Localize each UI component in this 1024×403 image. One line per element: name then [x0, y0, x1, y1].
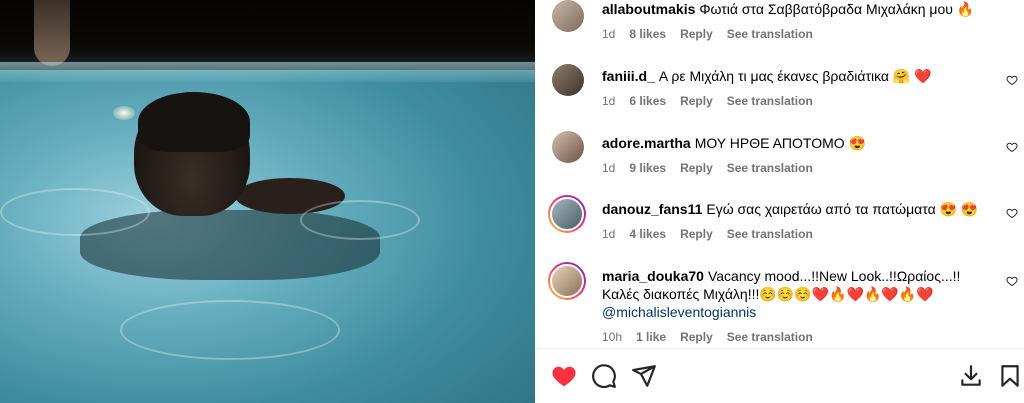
comment-item: allaboutmakis Φωτιά στα Σαββατόβραδα Μιχα… — [535, 0, 1024, 60]
heart-filled-icon[interactable] — [551, 363, 577, 389]
water-ripple — [120, 300, 340, 360]
comment-item: danouz_fans11 Εγώ σας χαιρετάω από τα πατ… — [535, 195, 1024, 255]
comment-meta: 1d 6 likes Reply See translation — [602, 94, 827, 108]
reply-button[interactable]: Reply — [680, 94, 713, 108]
reply-button[interactable]: Reply — [680, 27, 713, 41]
comment-body: Εγώ σας χαιρετάω από τα πατώματα 😍 😍 — [706, 201, 979, 217]
mention-link[interactable]: @michalisleventogiannis — [602, 304, 756, 320]
water-ripple — [0, 188, 150, 236]
comment-body: Α ρε Μιχάλη τι μας έκανες βραδιάτικα 🤗 ❤… — [658, 68, 932, 84]
see-translation-link[interactable]: See translation — [727, 27, 813, 41]
see-translation-link[interactable]: See translation — [727, 161, 813, 175]
comment-likes[interactable]: 6 likes — [629, 94, 666, 108]
comment-meta: 10h 1 like Reply See translation — [602, 330, 827, 344]
background-figure — [34, 0, 70, 66]
see-translation-link[interactable]: See translation — [727, 330, 813, 344]
download-icon[interactable] — [958, 363, 984, 389]
comment-time: 1d — [602, 227, 616, 241]
swimmer-hair — [138, 92, 250, 152]
see-translation-link[interactable]: See translation — [727, 227, 813, 241]
comment-username[interactable]: maria_douka70 — [602, 268, 704, 284]
comment-text: faniii.d_ Α ρε Μιχάλη τι μας έκανες βραδι… — [602, 67, 982, 85]
avatar — [550, 264, 584, 298]
comment-meta: 1d 8 likes Reply See translation — [602, 27, 827, 41]
avatar[interactable] — [552, 131, 584, 163]
reply-button[interactable]: Reply — [680, 227, 713, 241]
comment-text: adore.martha ΜΟΥ ΗΡΘΕ ΑΠΟΤΟΜΟ 😍 — [602, 134, 982, 152]
comment-text: danouz_fans11 Εγώ σας χαιρετάω από τα πατ… — [602, 200, 982, 218]
comment-item: adore.martha ΜΟΥ ΗΡΘΕ ΑΠΟΤΟΜΟ 😍 1d 9 likes… — [535, 131, 1024, 191]
see-translation-link[interactable]: See translation — [727, 94, 813, 108]
comment-likes[interactable]: 8 likes — [629, 27, 666, 41]
avatar-story-ring[interactable] — [548, 195, 586, 233]
comment-body: ΜΟΥ ΗΡΘΕ ΑΠΟΤΟΜΟ 😍 — [694, 135, 866, 151]
comment-time: 1d — [602, 27, 616, 41]
comment-time: 1d — [602, 161, 616, 175]
pool-edge — [0, 62, 535, 82]
comment-likes[interactable]: 1 like — [636, 330, 666, 344]
pool-light — [113, 106, 135, 120]
bookmark-icon[interactable] — [997, 363, 1023, 389]
comment-text: allaboutmakis Φωτιά στα Σαββατόβραδα Μιχα… — [602, 0, 982, 18]
heart-outline-icon[interactable] — [1006, 275, 1018, 287]
comment-username[interactable]: faniii.d_ — [602, 68, 655, 84]
night-background — [0, 0, 535, 70]
comment-item: maria_douka70 Vacancy mood...!!New Look..… — [535, 262, 1024, 346]
comments-panel: allaboutmakis Φωτιά στα Σαββατόβραδα Μιχα… — [535, 0, 1024, 403]
comment-item: faniii.d_ Α ρε Μιχάλη τι μας έκανες βραδι… — [535, 64, 1024, 124]
comment-time: 10h — [602, 330, 623, 344]
avatar-story-ring[interactable] — [548, 262, 586, 300]
post-photo — [0, 0, 535, 403]
comment-meta: 1d 4 likes Reply See translation — [602, 227, 827, 241]
avatar[interactable] — [552, 64, 584, 96]
comment-likes[interactable]: 4 likes — [629, 227, 666, 241]
comment-username[interactable]: adore.martha — [602, 135, 691, 151]
paper-plane-icon[interactable] — [631, 363, 657, 389]
reply-button[interactable]: Reply — [680, 161, 713, 175]
comment-text: maria_douka70 Vacancy mood...!!New Look..… — [602, 267, 992, 321]
comment-likes[interactable]: 9 likes — [629, 161, 666, 175]
reply-button[interactable]: Reply — [680, 330, 713, 344]
avatar[interactable] — [552, 0, 584, 32]
comment-meta: 1d 9 likes Reply See translation — [602, 161, 827, 175]
heart-outline-icon[interactable] — [1006, 74, 1018, 86]
comment-body: Φωτιά στα Σαββατόβραδα Μιχαλάκη μου 🔥 — [699, 1, 975, 17]
heart-outline-icon[interactable] — [1006, 207, 1018, 219]
avatar — [550, 197, 584, 231]
heart-outline-icon[interactable] — [1006, 141, 1018, 153]
water-ripple — [300, 200, 420, 240]
comment-time: 1d — [602, 94, 616, 108]
comment-username[interactable]: allaboutmakis — [602, 1, 695, 17]
post-action-bar — [535, 348, 1024, 398]
comment-username[interactable]: danouz_fans11 — [602, 201, 702, 217]
comment-bubble-icon[interactable] — [591, 363, 617, 389]
